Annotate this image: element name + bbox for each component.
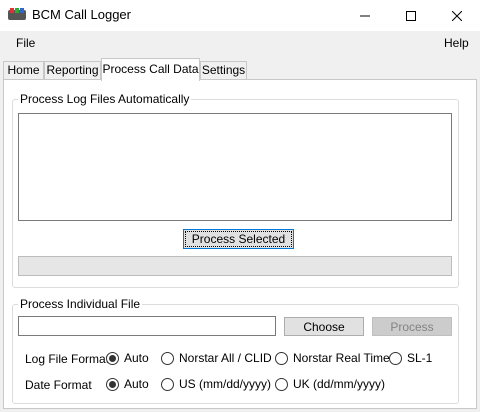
log-format-auto-radio[interactable]: Auto [106, 351, 149, 365]
menu-bar: File Help [0, 31, 480, 55]
radio-icon [161, 377, 174, 391]
log-format-norstar-all-radio[interactable]: Norstar All / CLID [161, 351, 272, 365]
radio-icon [275, 377, 288, 391]
radio-label: Auto [124, 351, 149, 365]
radio-icon [389, 351, 402, 365]
individual-file-group-title: Process Individual File [20, 297, 141, 311]
tab-settings[interactable]: Settings [200, 61, 247, 80]
log-file-format-label: Log File Format [25, 352, 110, 366]
close-button[interactable] [434, 0, 480, 31]
app-icon [8, 8, 26, 20]
radio-label: Auto [124, 377, 149, 391]
process-selected-label: Process Selected [185, 231, 292, 247]
auto-process-group-title: Process Log Files Automatically [20, 92, 190, 106]
process-selected-button[interactable]: Process Selected [183, 229, 294, 249]
radio-icon [106, 351, 119, 365]
maximize-icon [406, 10, 416, 21]
radio-icon [275, 351, 288, 365]
tab-home[interactable]: Home [3, 61, 44, 80]
window-title: BCM Call Logger [32, 7, 131, 22]
radio-icon [161, 351, 174, 365]
menu-help[interactable]: Help [444, 36, 469, 50]
tab-reporting[interactable]: Reporting [44, 61, 101, 80]
tab-strip: Home Reporting Process Call Data Setting… [0, 57, 480, 81]
log-files-listbox[interactable] [18, 113, 452, 221]
radio-label: UK (dd/mm/yyyy) [293, 377, 386, 391]
date-format-uk-radio[interactable]: UK (dd/mm/yyyy) [275, 377, 385, 391]
process-button[interactable]: Process [372, 317, 452, 336]
processing-progress-bar [18, 256, 452, 276]
radio-label: SL-1 [407, 351, 433, 365]
title-bar[interactable]: BCM Call Logger [0, 0, 480, 31]
date-format-auto-radio[interactable]: Auto [106, 377, 149, 391]
choose-button[interactable]: Choose [284, 317, 364, 336]
log-format-norstar-realtime-radio[interactable]: Norstar Real Time [275, 351, 390, 365]
menu-file[interactable]: File [16, 36, 35, 50]
radio-label: Norstar All / CLID [179, 351, 272, 365]
minimize-icon [360, 15, 370, 16]
minimize-button[interactable] [342, 0, 388, 31]
tab-process-call-data[interactable]: Process Call Data [101, 58, 200, 81]
file-path-input[interactable] [18, 316, 276, 336]
date-format-label: Date Format [25, 378, 92, 392]
radio-label: Norstar Real Time [293, 351, 390, 365]
log-format-sl1-radio[interactable]: SL-1 [389, 351, 432, 365]
radio-icon [106, 377, 119, 391]
radio-label: US (mm/dd/yyyy) [179, 377, 272, 391]
close-icon [452, 10, 462, 21]
maximize-button[interactable] [388, 0, 434, 31]
date-format-us-radio[interactable]: US (mm/dd/yyyy) [161, 377, 271, 391]
